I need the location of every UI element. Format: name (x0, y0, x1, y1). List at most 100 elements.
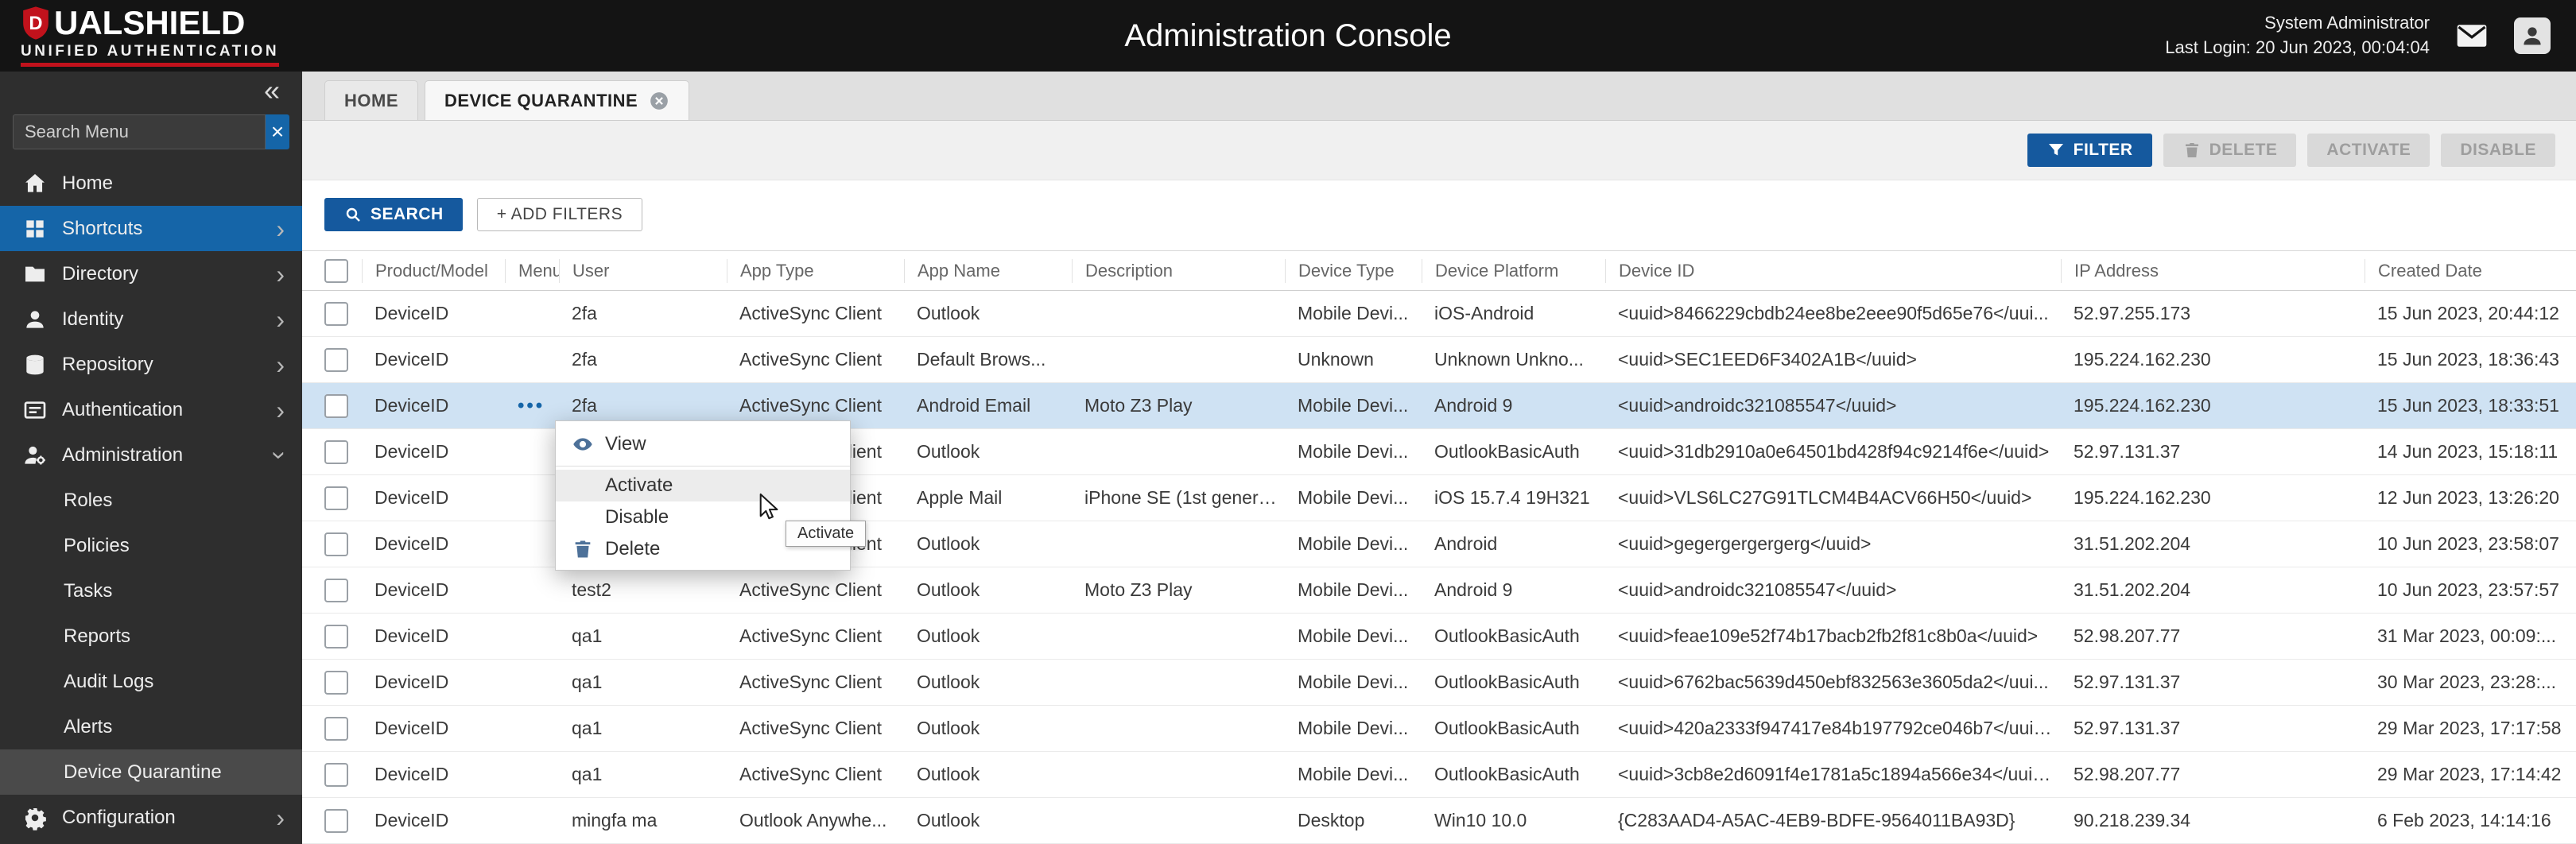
cell-user: 2fa (572, 395, 597, 416)
cell-device-type: Mobile Devi... (1298, 395, 1409, 416)
row-checkbox[interactable] (324, 670, 348, 695)
column-header-device-id[interactable]: Device ID (1605, 258, 2061, 283)
user-avatar-icon[interactable] (2514, 17, 2551, 54)
sidebar-collapse-icon[interactable]: « (264, 76, 280, 105)
sidebar-item-repository[interactable]: Repository › (0, 342, 302, 387)
column-header-user[interactable]: User (559, 258, 727, 283)
column-header-created-date[interactable]: Created Date (2365, 258, 2576, 283)
sidebar-item-directory[interactable]: Directory › (0, 251, 302, 296)
cell-created-date: 14 Jun 2023, 15:18:11 (2377, 441, 2559, 462)
activate-button[interactable]: ACTIVATE (2307, 134, 2431, 167)
row-menu-button[interactable]: ••• (505, 395, 559, 417)
sidebar-item-tasks[interactable]: Tasks (0, 568, 302, 614)
context-menu-item-activate[interactable]: Activate (556, 470, 850, 501)
cell-app-name: Outlook (917, 764, 980, 784)
row-checkbox[interactable] (324, 578, 348, 602)
context-menu-label: Activate (605, 474, 673, 496)
row-checkbox[interactable] (324, 624, 348, 648)
column-header-product-model[interactable]: Product/Model (362, 258, 505, 283)
row-checkbox[interactable] (324, 532, 348, 556)
tab-label: HOME (344, 90, 398, 110)
tab-close-icon[interactable] (649, 91, 669, 111)
sidebar-item-authentication[interactable]: Authentication › (0, 387, 302, 432)
cell-product-model: DeviceID (374, 303, 449, 323)
cell-device-type: Mobile Devi... (1298, 764, 1409, 784)
search-clear-button[interactable]: × (266, 114, 289, 149)
cell-app-name: Outlook (917, 625, 980, 646)
sidebar-item-audit-logs[interactable]: Audit Logs (0, 659, 302, 704)
sidebar-item-shortcuts[interactable]: Shortcuts › (0, 206, 302, 251)
sidebar-item-device-quarantine[interactable]: Device Quarantine (0, 749, 302, 795)
sidebar-item-label: Roles (64, 489, 113, 511)
column-header-app-name[interactable]: App Name (904, 258, 1072, 283)
chevron-right-icon: › (276, 350, 285, 379)
cell-app-type: ActiveSync Client (739, 764, 882, 784)
activate-tooltip: Activate (786, 521, 867, 547)
app-header: D UAL SHIELD UNIFIED AUTHENTICATION Admin… (0, 0, 2576, 72)
cell-ip-address: 90.218.239.34 (2074, 810, 2191, 830)
cell-app-type: ActiveSync Client (739, 718, 882, 738)
chevron-down-icon: › (266, 451, 295, 459)
sidebar-search-input[interactable] (13, 114, 266, 149)
row-checkbox[interactable] (324, 393, 348, 418)
add-filters-button[interactable]: + ADD FILTERS (476, 198, 643, 231)
person-icon (22, 307, 48, 332)
table-row[interactable]: DeviceID 2fa ActiveSync Client Default Brow… (302, 337, 2576, 383)
row-checkbox[interactable] (324, 439, 348, 464)
table-header-row: Product/Model Menu User App Type App Name Des… (302, 251, 2576, 291)
table-row[interactable]: DeviceID qa1 ActiveSync Client Outlook Mobil… (302, 660, 2576, 706)
cell-device-platform: Win10 10.0 (1434, 810, 1527, 830)
cell-app-name: Outlook (917, 672, 980, 692)
table-row[interactable]: DeviceID qa1 ActiveSync Client Outlook Mobil… (302, 752, 2576, 798)
column-header-description[interactable]: Description (1072, 258, 1285, 283)
brand-name-light: UAL (54, 4, 123, 41)
sidebar-item-roles[interactable]: Roles (0, 478, 302, 523)
cell-user: qa1 (572, 718, 603, 738)
sidebar-item-configuration[interactable]: Configuration › (0, 795, 302, 840)
row-checkbox[interactable] (324, 762, 348, 787)
filter-button[interactable]: FILTER (2027, 134, 2152, 167)
cell-device-id: <uuid>SEC1EED6F3402A1B</uuid> (1618, 349, 1917, 370)
row-checkbox[interactable] (324, 486, 348, 510)
tab-device-quarantine[interactable]: DEVICE QUARANTINE (425, 80, 690, 120)
sidebar-item-label: Shortcuts (62, 217, 143, 239)
cell-device-id: <uuid>VLS6LC27G91TLCM4B4ACV66H50</uuid> (1618, 487, 2032, 508)
search-icon (343, 205, 363, 224)
cell-product-model: DeviceID (374, 395, 449, 416)
context-menu-item-view[interactable]: View (556, 426, 850, 463)
column-header-menu[interactable]: Menu (505, 258, 559, 283)
table-row[interactable]: DeviceID 2fa ActiveSync Client Outlook Mobil… (302, 291, 2576, 337)
toolbar: FILTER DELETE ACTIVATE DISABLE (302, 121, 2576, 180)
cell-created-date: 10 Jun 2023, 23:57:57 (2377, 579, 2559, 600)
svg-text:D: D (29, 13, 42, 34)
column-header-device-platform[interactable]: Device Platform (1422, 258, 1605, 283)
icon-spacer (568, 474, 597, 497)
row-checkbox[interactable] (324, 808, 348, 833)
column-header-ip-address[interactable]: IP Address (2061, 258, 2365, 283)
column-header-device-type[interactable]: Device Type (1285, 258, 1422, 283)
table-row[interactable]: DeviceID mingfa ma Outlook Anywhe... Outloo… (302, 798, 2576, 844)
disable-button[interactable]: DISABLE (2441, 134, 2555, 167)
search-button[interactable]: SEARCH (324, 198, 463, 231)
chevron-right-icon: › (276, 259, 285, 288)
delete-button[interactable]: DELETE (2163, 134, 2297, 167)
sidebar-item-administration[interactable]: Administration › (0, 432, 302, 478)
row-checkbox[interactable] (324, 347, 348, 372)
table-row[interactable]: DeviceID qa1 ActiveSync Client Outlook Mobil… (302, 614, 2576, 660)
chevron-right-icon: › (276, 395, 285, 424)
sidebar-item-alerts[interactable]: Alerts (0, 704, 302, 749)
tab-home[interactable]: HOME (324, 80, 418, 120)
sidebar-item-reports[interactable]: Reports (0, 614, 302, 659)
row-checkbox[interactable] (324, 301, 348, 326)
table-row[interactable]: DeviceID test2 ActiveSync Client Outlook Mot… (302, 567, 2576, 614)
cell-user: mingfa ma (572, 810, 658, 830)
mail-icon[interactable] (2454, 17, 2490, 54)
cell-ip-address: 195.224.162.230 (2074, 487, 2211, 508)
sidebar-item-home[interactable]: Home (0, 161, 302, 206)
row-checkbox[interactable] (324, 716, 348, 741)
select-all-checkbox[interactable] (324, 258, 348, 283)
table-row[interactable]: DeviceID qa1 ActiveSync Client Outlook Mobil… (302, 706, 2576, 752)
column-header-app-type[interactable]: App Type (727, 258, 904, 283)
sidebar-item-policies[interactable]: Policies (0, 523, 302, 568)
sidebar-item-identity[interactable]: Identity › (0, 296, 302, 342)
